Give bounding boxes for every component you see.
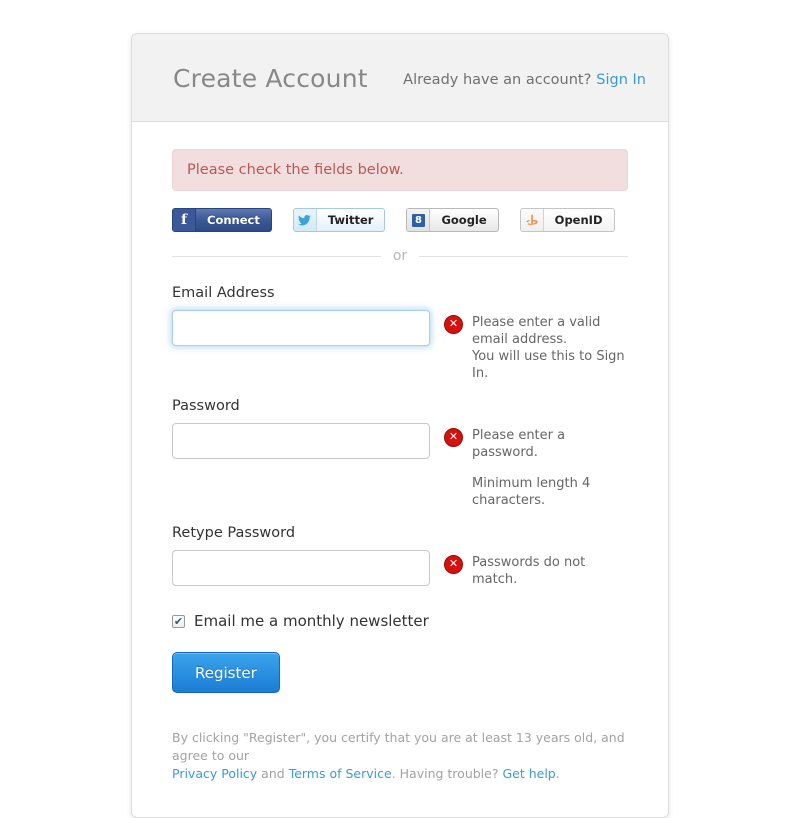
email-error-texts: Please enter a valid email address. You … [472,314,628,382]
email-label: Email Address [172,285,275,301]
twitter-icon [293,209,317,231]
twitter-signup-button[interactable]: Twitter [292,208,386,232]
signin-link[interactable]: Sign In [596,72,646,88]
divider-line-right [419,255,629,257]
get-help-link[interactable]: Get help [502,766,555,781]
password-error-texts: Please enter a password. Minimum length … [472,427,628,509]
error-icon: ✕ [444,428,463,447]
facebook-connect-label: Connect [207,213,260,227]
card-header: Create Account Already have an account? S… [132,34,668,122]
google-signup-label: Google [441,213,487,227]
email-hint: You will use this to Sign In. [472,349,625,381]
legal-period: . [555,766,560,781]
submit-row: Register [172,652,628,693]
divider-label: or [392,248,408,264]
email-input[interactable] [172,310,430,346]
email-error-group: ✕ Please enter a valid email address. Yo… [444,310,628,382]
openid-signup-button[interactable]: OpenID [519,208,615,232]
password-label: Password [172,398,240,414]
page-title: Create Account [173,64,368,93]
legal-footer: By clicking "Register", you certify that… [172,729,628,783]
facebook-connect-button[interactable]: f Connect [172,208,272,232]
openid-signup-label: OpenID [554,213,603,227]
card-body: Please check the fields below. f Connect… [132,122,668,817]
legal-line-1: By clicking "Register", you certify that… [172,730,625,763]
retype-password-field-row: ✕ Passwords do not match. [172,550,628,588]
legal-and: and [261,766,285,781]
signin-prompt: Already have an account? Sign In [403,72,646,88]
error-icon: ✕ [444,315,463,334]
retype-password-input[interactable] [172,550,430,586]
twitter-signup-label: Twitter [327,213,374,227]
signin-prompt-text: Already have an account? [403,72,592,88]
divider-line-left [172,255,381,257]
retype-password-field-block: Retype Password ✕ Passwords do not match… [172,525,628,588]
or-divider: or [172,248,629,264]
privacy-policy-link[interactable]: Privacy Policy [172,766,257,781]
google-icon: 8 [407,209,431,231]
password-field-block: Password ✕ Please enter a password. Mini… [172,398,628,509]
password-error-message: Please enter a password. [472,428,566,460]
email-error-message: Please enter a valid email address. [472,315,601,347]
signup-page: Create Account Already have an account? S… [0,0,800,818]
create-account-card: Create Account Already have an account? S… [131,33,669,818]
newsletter-row[interactable]: ✔ Email me a monthly newsletter [172,612,628,630]
legal-trouble: . Having trouble? [391,766,499,781]
email-field-row: ✕ Please enter a valid email address. Yo… [172,310,628,382]
email-field-block: Email Address ✕ Please enter a valid ema… [172,285,628,382]
password-error-group: ✕ Please enter a password. Minimum lengt… [444,423,628,509]
error-icon: ✕ [444,555,463,574]
retype-password-error-group: ✕ Passwords do not match. [444,550,628,588]
google-signup-button[interactable]: 8 Google [406,208,499,232]
retype-password-error-texts: Passwords do not match. [472,554,628,588]
social-signup-row: f Connect Twitter 8 Google OpenID [172,208,628,232]
register-button[interactable]: Register [172,652,280,693]
openid-icon [520,209,544,231]
password-input[interactable] [172,423,430,459]
form-error-alert: Please check the fields below. [172,149,628,191]
terms-of-service-link[interactable]: Terms of Service [289,766,392,781]
google-badge-glyph: 8 [411,213,425,227]
retype-password-error-message: Passwords do not match. [472,555,586,587]
facebook-icon: f [173,209,196,231]
password-hint: Minimum length 4 characters. [472,476,591,508]
newsletter-label: Email me a monthly newsletter [194,612,429,630]
password-field-row: ✕ Please enter a password. Minimum lengt… [172,423,628,509]
retype-password-label: Retype Password [172,525,296,541]
newsletter-checkbox[interactable]: ✔ [172,614,185,628]
